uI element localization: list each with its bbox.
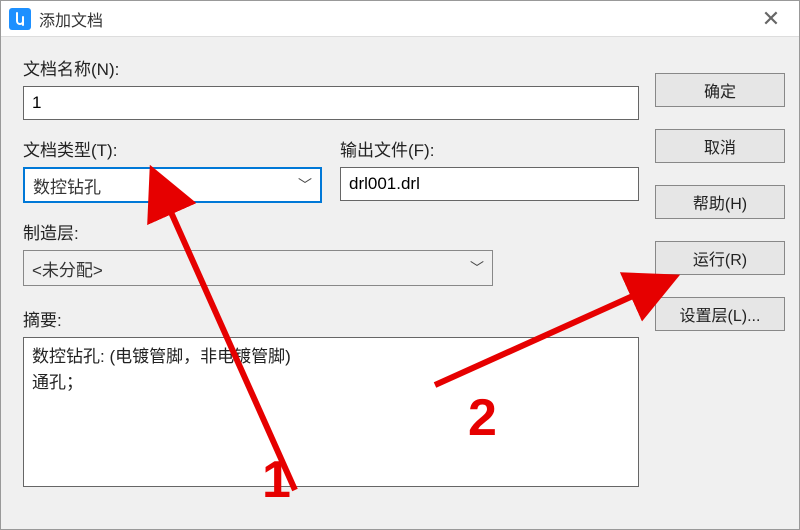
summary-textarea[interactable]: 数控钻孔: (电镀管脚，非电镀管脚) 通孔； — [23, 337, 639, 487]
output-file-label: 输出文件(F): — [340, 136, 639, 161]
chevron-down-icon: ﹀ — [298, 175, 312, 195]
chevron-down-icon: ﹀ — [470, 258, 484, 278]
window-title: 添加文档 — [39, 7, 751, 31]
cancel-button[interactable]: 取消 — [655, 129, 785, 163]
doc-type-value: 数控钻孔 — [33, 173, 101, 198]
output-file-input[interactable] — [340, 167, 639, 201]
app-icon — [9, 8, 31, 30]
mfg-layer-dropdown[interactable]: <未分配> ﹀ — [23, 250, 493, 286]
form-column: 文档名称(N): 文档类型(T): 数控钻孔 ﹀ 输出文件(F): 制造层: — [23, 55, 639, 519]
run-button[interactable]: 运行(R) — [655, 241, 785, 275]
ok-button[interactable]: 确定 — [655, 73, 785, 107]
titlebar: 添加文档 ✕ — [1, 1, 799, 37]
doc-type-label: 文档类型(T): — [23, 136, 322, 161]
help-button[interactable]: 帮助(H) — [655, 185, 785, 219]
close-icon[interactable]: ✕ — [751, 6, 791, 32]
doc-name-input[interactable] — [23, 86, 639, 120]
doc-name-label: 文档名称(N): — [23, 55, 639, 80]
dialog-window: 添加文档 ✕ 文档名称(N): 文档类型(T): 数控钻孔 ﹀ 输出文件(F): — [0, 0, 800, 530]
mfg-layer-value: <未分配> — [32, 256, 103, 281]
button-column: 确定 取消 帮助(H) 运行(R) 设置层(L)... — [655, 55, 785, 519]
doc-type-dropdown[interactable]: 数控钻孔 ﹀ — [23, 167, 322, 203]
set-layer-button[interactable]: 设置层(L)... — [655, 297, 785, 331]
summary-label: 摘要: — [23, 306, 639, 331]
content-area: 文档名称(N): 文档类型(T): 数控钻孔 ﹀ 输出文件(F): 制造层: — [1, 37, 799, 529]
mfg-layer-label: 制造层: — [23, 219, 639, 244]
